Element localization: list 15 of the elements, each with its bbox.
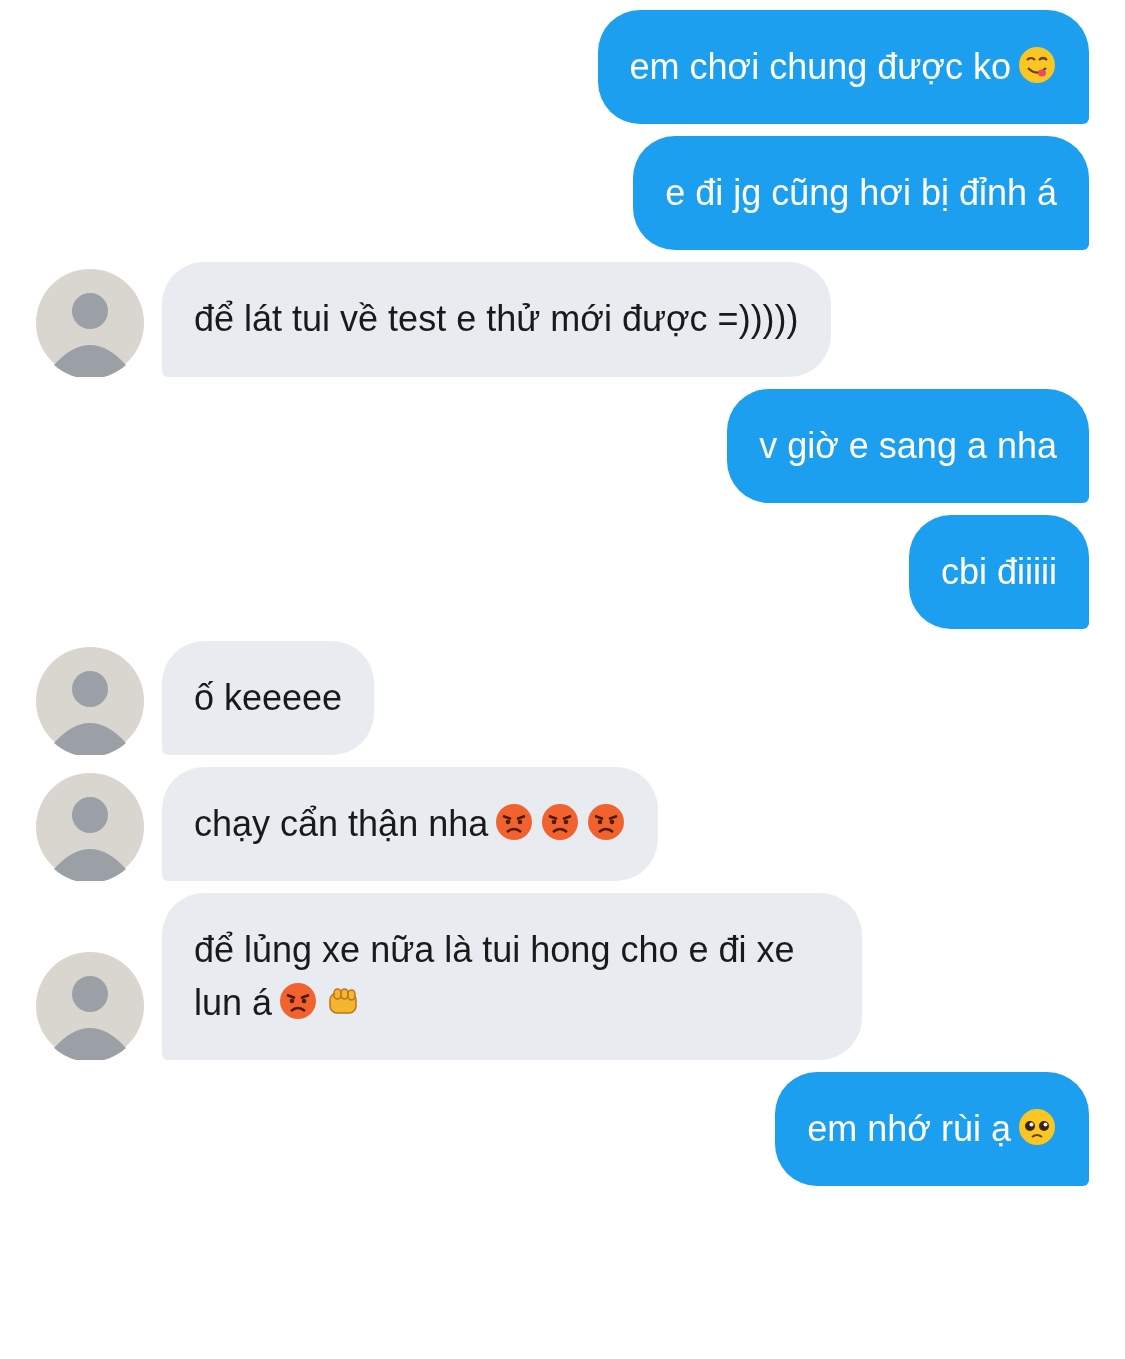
message-bubble: v giờ e sang a nha — [727, 388, 1089, 503]
message-bubble: cbi điiiii — [908, 514, 1089, 629]
message-bubble: e đi jg cũng hơi bị đỉnh á — [633, 136, 1089, 251]
message-bubble: để lát tui về test e thử mới được =))))) — [162, 262, 831, 377]
angry-face-icon — [494, 802, 535, 843]
message-bubble: em nhớ rùi ạ — [775, 1071, 1089, 1186]
smiling-face-icon — [1017, 45, 1057, 85]
pleading-face-icon — [1017, 1106, 1057, 1147]
message-bubble: em chơi chung được ko — [597, 10, 1089, 125]
angry-face-icon — [278, 980, 319, 1021]
angry-face-icon — [586, 802, 627, 843]
message-bubble: chạy cẩn thận nha — [162, 767, 659, 882]
angry-face-icon — [540, 802, 581, 843]
message-bubble: để lủng xe nữa là tui hong cho e đi xe lun á — [162, 893, 862, 1060]
message-bubble: ố keeeee — [162, 640, 375, 756]
